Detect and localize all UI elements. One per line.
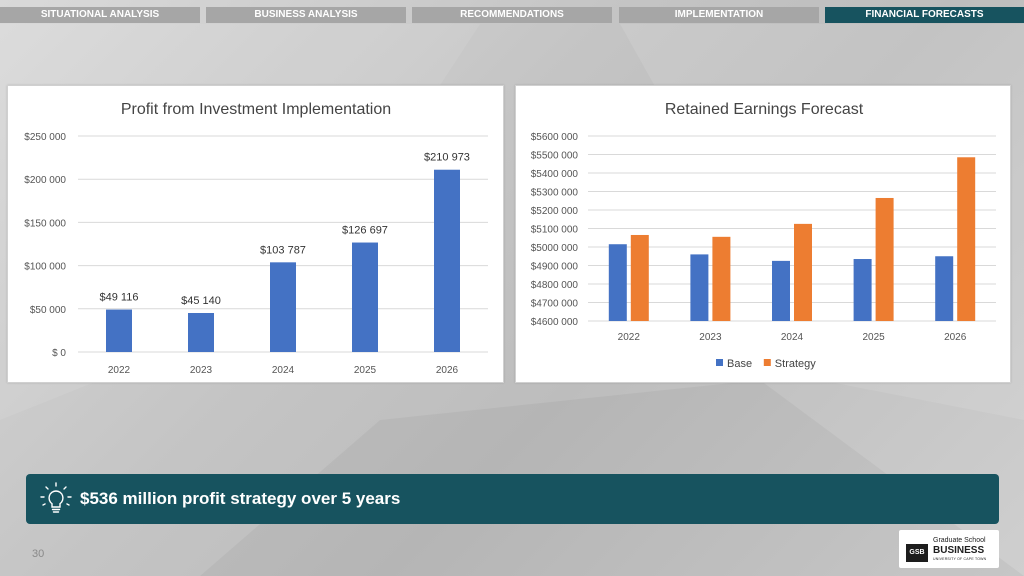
retained-earnings-chart-panel: Retained Earnings Forecast $4600 000 $4700…: [515, 85, 1011, 383]
y-tick-label: $4900 000: [531, 262, 579, 273]
data-label: $126 697: [342, 225, 388, 237]
y-tick-label: $4700 000: [531, 299, 579, 310]
logo-line2: BUSINESS: [933, 545, 985, 556]
data-label: $49 116: [100, 292, 139, 304]
y-tick-label: $5400 000: [531, 169, 579, 180]
y-tick-label: $5600 000: [531, 132, 579, 143]
bar-strategy: [630, 234, 649, 321]
y-tick-label: $5500 000: [531, 151, 579, 162]
chart-title: Profit from Investment Implementation: [121, 101, 391, 118]
legend-swatch: [763, 359, 771, 366]
gsb-logo: GSB Graduate School BUSINESS UNIVERSITY …: [899, 530, 999, 568]
logo-line1: Graduate School: [933, 537, 986, 544]
legend-swatch: [716, 359, 723, 366]
summary-banner: $536 million profit strategy over 5 year…: [26, 474, 999, 524]
y-tick-label: $200 000: [24, 175, 66, 186]
tab-recommendations[interactable]: RECOMMENDATIONS: [412, 7, 612, 23]
bar-strategy: [875, 197, 894, 321]
tab-situational-analysis[interactable]: SITUATIONAL ANALYSIS: [0, 7, 200, 23]
y-tick-label: $100 000: [24, 262, 66, 273]
summary-text: $536 million profit strategy over 5 year…: [80, 489, 401, 508]
profit-chart-panel: Profit from Investment Implementation $ 0…: [7, 85, 504, 383]
y-tick-label: $5100 000: [531, 225, 579, 236]
bar: [434, 169, 460, 352]
chart-title: Retained Earnings Forecast: [665, 101, 864, 118]
tab-financial-forecasts[interactable]: FINANCIAL FORECASTS: [825, 7, 1024, 23]
y-tick-label: $4600 000: [531, 317, 579, 328]
lightbulb-icon: [40, 482, 72, 513]
section-nav: SITUATIONAL ANALYSIS BUSINESS ANALYSIS R…: [0, 7, 1024, 23]
bar: [188, 312, 214, 352]
data-label: $210 973: [424, 152, 470, 164]
page-number: 30: [32, 548, 45, 560]
bar-base: [935, 256, 954, 321]
bar-strategy: [794, 223, 812, 321]
x-tick-label: 2024: [781, 332, 804, 343]
legend-label: Strategy: [775, 358, 816, 370]
y-tick-label: $250 000: [24, 132, 66, 143]
x-tick-label: 2026: [436, 365, 459, 376]
y-tick-label: $5000 000: [531, 243, 579, 254]
x-tick-label: 2023: [190, 365, 213, 376]
data-label: $45 140: [181, 295, 221, 307]
bar: [270, 262, 296, 352]
tab-implementation[interactable]: IMPLEMENTATION: [619, 7, 819, 23]
bar-strategy: [957, 157, 976, 321]
y-tick-label: $5300 000: [531, 188, 579, 199]
bar-base: [772, 260, 790, 321]
bar: [352, 242, 378, 352]
y-tick-label: $ 0: [52, 348, 66, 359]
profit-chart: Profit from Investment Implementation $ 0…: [24, 101, 488, 376]
bar-base: [690, 254, 709, 321]
x-tick-label: 2025: [354, 365, 377, 376]
bar-strategy: [712, 236, 731, 321]
legend-label: Base: [727, 358, 752, 370]
y-tick-label: $50 000: [30, 305, 67, 316]
logo-mark: GSB: [906, 544, 928, 562]
bar: [106, 309, 132, 352]
x-tick-label: 2023: [699, 332, 722, 343]
y-tick-label: $150 000: [24, 218, 66, 229]
y-tick-label: $4800 000: [531, 280, 579, 291]
x-tick-label: 2025: [862, 332, 885, 343]
x-tick-label: 2024: [272, 365, 295, 376]
logo-line3: UNIVERSITY OF CAPE TOWN: [933, 557, 987, 561]
x-tick-label: 2026: [944, 332, 967, 343]
bar-base: [608, 244, 627, 321]
retained-earnings-chart: Retained Earnings Forecast $4600 000 $4700…: [531, 101, 996, 370]
bar-base: [853, 259, 872, 321]
x-tick-label: 2022: [618, 332, 641, 343]
x-tick-label: 2022: [108, 365, 131, 376]
tab-business-analysis[interactable]: BUSINESS ANALYSIS: [206, 7, 406, 23]
y-tick-label: $5200 000: [531, 206, 579, 217]
data-label: $103 787: [260, 244, 306, 256]
